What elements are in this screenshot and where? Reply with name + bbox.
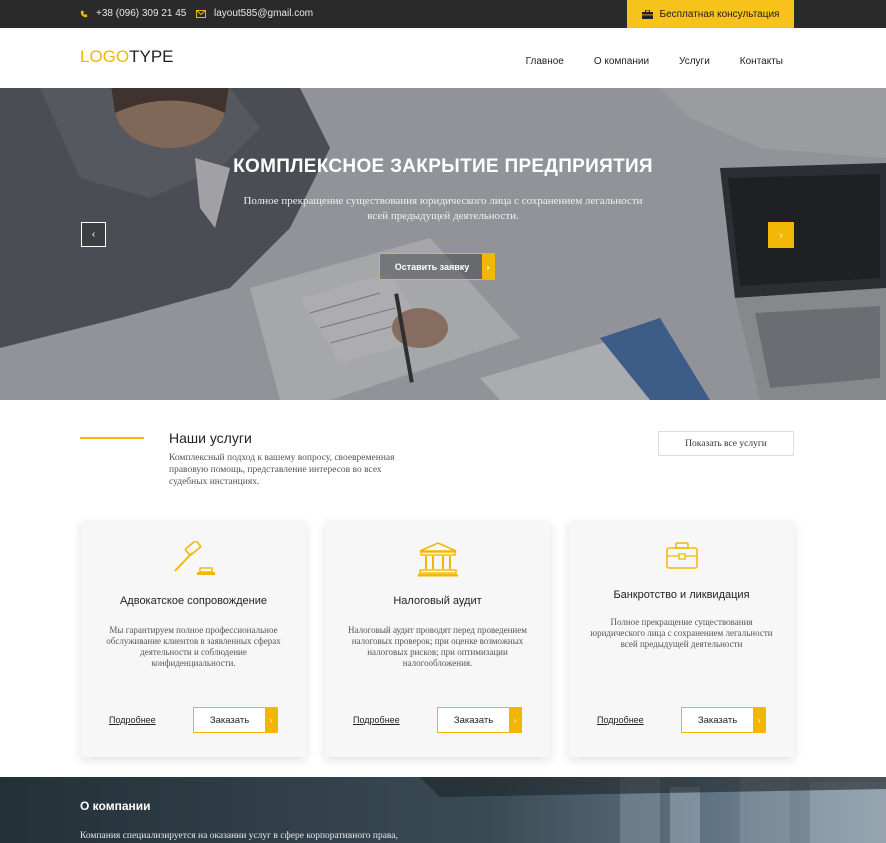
service-card-bankruptcy: Банкротство и ликвидация Полное прекраще… (569, 521, 794, 757)
chevron-right-icon: › (753, 708, 765, 732)
order-label: Заказать (697, 714, 738, 726)
free-consultation-button[interactable]: Бесплатная консультация (627, 0, 794, 28)
order-button[interactable]: Заказать › (681, 707, 766, 733)
slider-next-button[interactable]: › (768, 222, 794, 248)
mail-icon (196, 9, 206, 18)
card-text: Мы гарантируем полное профессиональное о… (106, 625, 281, 668)
hero-title: КОМПЛЕКСНОЕ ЗАКРЫТИЕ ПРЕДПРИЯТИЯ (233, 156, 653, 177)
show-all-services-button[interactable]: Показать все услуги (658, 431, 794, 456)
nav-item-home[interactable]: Главное (526, 56, 564, 67)
more-link[interactable]: Подробнее (353, 715, 400, 725)
order-label: Заказать (209, 714, 250, 726)
briefcase-icon (665, 542, 698, 569)
nav-item-contacts[interactable]: Контакты (740, 56, 783, 67)
hero-subtitle: Полное прекращение существования юридиче… (243, 195, 643, 222)
site-header: LOGOTYPE Главное О компании Услуги Конта… (0, 28, 886, 88)
order-button[interactable]: Заказать › (193, 707, 278, 733)
slider-prev-button[interactable]: ‹ (81, 222, 106, 247)
bank-building-icon (417, 542, 458, 577)
services-accent-line (80, 437, 144, 439)
about-title: О компании (80, 799, 151, 813)
logo-part-type: TYPE (129, 47, 174, 66)
chevron-right-icon: › (482, 254, 494, 279)
more-link[interactable]: Подробнее (109, 715, 156, 725)
chevron-right-icon: › (265, 708, 277, 732)
consult-label: Бесплатная консультация (659, 8, 780, 20)
more-link[interactable]: Подробнее (597, 715, 644, 725)
about-text: Компания специализируется на оказании ус… (80, 831, 398, 841)
card-text: Налоговый аудит проводят перед проведени… (348, 625, 527, 668)
about-section: О компании Компания специализируется на … (0, 777, 886, 843)
logo[interactable]: LOGOTYPE (80, 47, 174, 67)
logo-part-logo: LOGO (80, 47, 130, 66)
hero-overlay (0, 88, 886, 400)
gavel-icon (173, 541, 215, 575)
main-nav: Главное О компании Услуги Контакты (496, 56, 783, 67)
phone-number: +38 (096) 309 21 45 (96, 8, 187, 19)
briefcase-small-icon (641, 9, 653, 19)
card-title: Адвокатское сопровождение (119, 595, 268, 607)
top-bar: +38 (096) 309 21 45 layout585@gmail.com … (0, 0, 886, 28)
phone-contact[interactable]: +38 (096) 309 21 45 (80, 8, 186, 19)
leave-request-button[interactable]: Оставить заявку › (379, 253, 495, 280)
chevron-right-icon: › (509, 708, 521, 732)
services-description: Комплексный подход к вашему вопросу, сво… (169, 453, 395, 487)
service-card-advocacy: Адвокатское сопровождение Мы гарантируем… (81, 521, 306, 757)
nav-item-services[interactable]: Услуги (679, 56, 710, 67)
phone-icon (80, 10, 88, 17)
hero-slider: КОМПЛЕКСНОЕ ЗАКРЫТИЕ ПРЕДПРИЯТИЯ Полное … (0, 88, 886, 400)
service-card-tax-audit: Налоговый аудит Налоговый аудит проводят… (325, 521, 550, 757)
nav-item-about[interactable]: О компании (594, 56, 649, 67)
leave-request-label: Оставить заявку (394, 261, 470, 272)
email-address: layout585@gmail.com (214, 8, 314, 19)
chevron-right-icon: › (779, 229, 783, 241)
email-contact[interactable]: layout585@gmail.com (196, 8, 313, 19)
chevron-left-icon: ‹ (91, 229, 96, 240)
services-title: Наши услуги (169, 430, 252, 446)
card-text: Полное прекращение существования юридиче… (590, 617, 773, 649)
card-title: Банкротство и ликвидация (613, 589, 750, 601)
order-label: Заказать (453, 714, 494, 726)
order-button[interactable]: Заказать › (437, 707, 522, 733)
card-title: Налоговый аудит (393, 595, 482, 607)
